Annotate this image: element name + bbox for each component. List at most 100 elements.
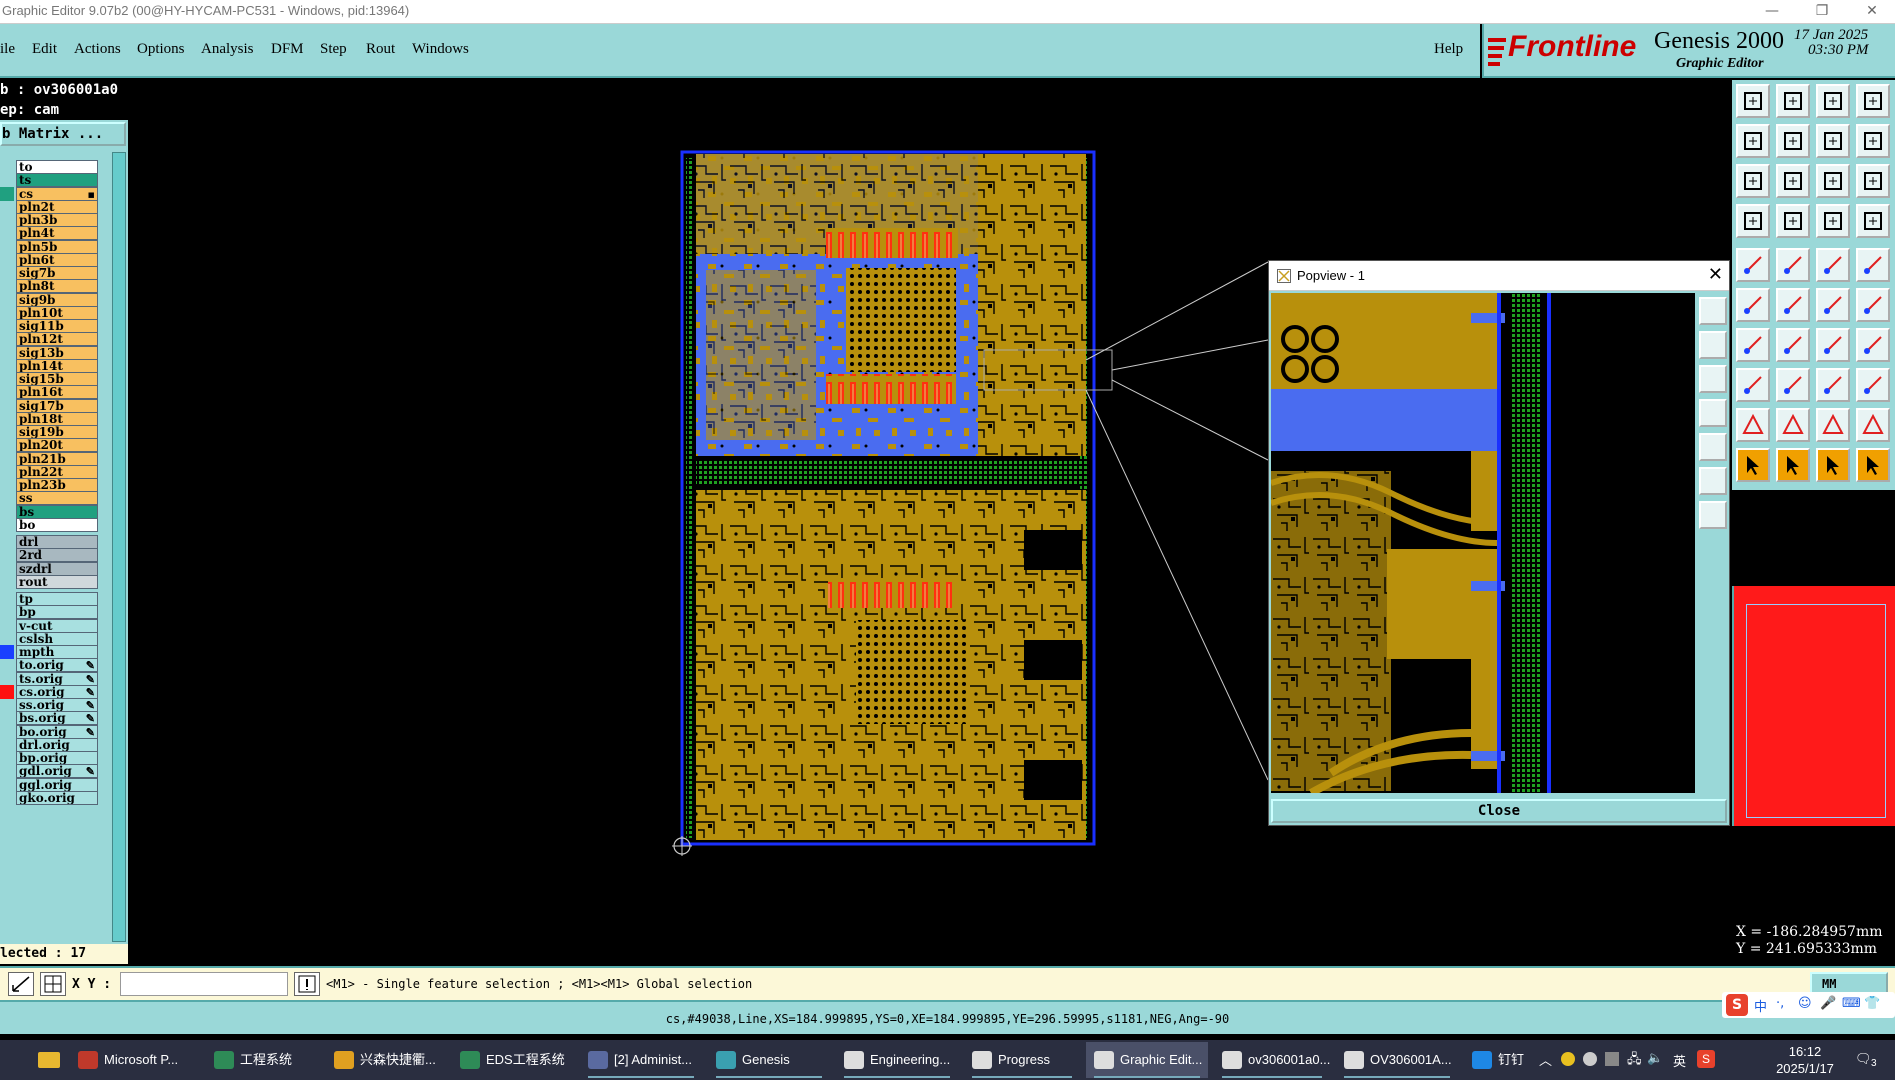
- layer-affected-indicator[interactable]: [0, 645, 14, 659]
- delete-cross-icon[interactable]: [1776, 288, 1810, 322]
- pad-red-icon[interactable]: [1736, 368, 1770, 402]
- taskbar-app-9[interactable]: ov306001a0...: [1214, 1042, 1330, 1078]
- layer-21[interactable]: pln20t: [16, 438, 98, 453]
- popview-canvas[interactable]: [1271, 293, 1695, 793]
- restore-icon[interactable]: ❐: [1800, 0, 1844, 24]
- netlist-icon[interactable]: [1736, 288, 1770, 322]
- popview-tool-4[interactable]: [1699, 399, 1727, 427]
- sogou-icon[interactable]: S: [1697, 1050, 1715, 1068]
- layer-18[interactable]: sig17b: [16, 398, 98, 413]
- layer-24[interactable]: pln23b: [16, 478, 98, 492]
- tray-app-icon-2[interactable]: [1583, 1052, 1597, 1066]
- layer-26[interactable]: bs: [16, 504, 98, 519]
- layer-32[interactable]: tp: [16, 592, 98, 606]
- move-point-icon[interactable]: [1816, 288, 1850, 322]
- popview-close-icon[interactable]: ✕: [1708, 264, 1723, 285]
- measure-icon[interactable]: [1736, 204, 1770, 238]
- layer-1[interactable]: ts: [16, 173, 98, 188]
- taskbar-app-1[interactable]: 工程系统: [206, 1042, 320, 1078]
- transform-icon[interactable]: [1856, 328, 1890, 362]
- layer-17[interactable]: pln16t: [16, 385, 98, 400]
- layer-28[interactable]: drl: [16, 535, 98, 549]
- info-icon[interactable]: [294, 972, 320, 996]
- layer-38[interactable]: ts.orig ✎: [16, 671, 98, 686]
- select-multi-icon[interactable]: [1856, 448, 1890, 482]
- layer-affected-indicator[interactable]: [0, 684, 14, 699]
- zoom-in-icon[interactable]: [1776, 164, 1810, 198]
- layer-43[interactable]: drl.orig: [16, 737, 98, 752]
- layer-20[interactable]: sig19b: [16, 425, 98, 439]
- triangle-c-icon[interactable]: [1816, 408, 1850, 442]
- layer-12[interactable]: sig11b: [16, 319, 98, 333]
- layer-44[interactable]: bp.orig: [16, 751, 98, 765]
- popview-tool-3[interactable]: [1699, 365, 1727, 393]
- pan-left-icon[interactable]: [1736, 124, 1770, 158]
- layer-36[interactable]: mpth: [16, 645, 98, 659]
- taskbar-app-6[interactable]: Engineering...: [836, 1042, 958, 1078]
- triangle-a-icon[interactable]: [1736, 408, 1770, 442]
- pan-right-icon[interactable]: [1776, 124, 1810, 158]
- node-icon[interactable]: [1856, 288, 1890, 322]
- job-matrix-button[interactable]: b Matrix ...: [0, 122, 126, 146]
- menu-file[interactable]: ile: [0, 41, 15, 58]
- help-icon[interactable]: [1856, 164, 1890, 198]
- select-alt-icon[interactable]: [1776, 448, 1810, 482]
- line-width-icon[interactable]: [1816, 248, 1850, 282]
- keyboard-icon[interactable]: ⌨: [1842, 996, 1861, 1011]
- tray-app-icon[interactable]: [1561, 1052, 1575, 1066]
- volume-icon[interactable]: 🔈: [1647, 1050, 1663, 1066]
- line-icon[interactable]: [1776, 328, 1810, 362]
- ime-indicator[interactable]: 英: [1673, 1051, 1686, 1070]
- taskbar-app-10[interactable]: OV306001A...: [1336, 1042, 1458, 1078]
- route-b-icon[interactable]: [1856, 204, 1890, 238]
- taskbar-app-2[interactable]: 兴森快捷衢...: [326, 1042, 446, 1078]
- dim-icon[interactable]: [1816, 368, 1850, 402]
- menu-dfm[interactable]: DFM: [271, 41, 304, 58]
- taskbar-app-3[interactable]: EDS工程系统: [452, 1042, 574, 1078]
- menu-options[interactable]: Options: [137, 41, 185, 58]
- add-pad-icon[interactable]: [1736, 248, 1770, 282]
- arc-icon[interactable]: [1816, 328, 1850, 362]
- layer-37[interactable]: to.orig ✎: [16, 658, 98, 673]
- menu-step[interactable]: Step: [320, 41, 347, 58]
- menu-actions[interactable]: Actions: [74, 41, 121, 58]
- snap-icon[interactable]: [1776, 204, 1810, 238]
- layer-46[interactable]: ggl.orig: [16, 777, 98, 792]
- taskbar-app-5[interactable]: Genesis: [708, 1042, 830, 1078]
- layer-34[interactable]: v-cut: [16, 618, 98, 633]
- layer-39[interactable]: cs.orig ✎: [16, 684, 98, 699]
- angle-icon[interactable]: [1736, 328, 1770, 362]
- emoji-icon[interactable]: ☺: [1798, 996, 1812, 1011]
- taskbar-app-0[interactable]: Microsoft P...: [70, 1042, 200, 1078]
- layer-13[interactable]: pln12t: [16, 332, 98, 347]
- popview-tool-2[interactable]: [1699, 331, 1727, 359]
- punctuation-icon[interactable]: ·,: [1776, 996, 1784, 1011]
- triangle-d-icon[interactable]: [1856, 408, 1890, 442]
- minimize-icon[interactable]: —: [1750, 0, 1794, 24]
- layer-3[interactable]: pln2t: [16, 199, 98, 214]
- layer-23[interactable]: pln22t: [16, 464, 98, 479]
- skin-icon[interactable]: 👕: [1864, 996, 1880, 1011]
- start-button[interactable]: [0, 1040, 36, 1080]
- layer-27[interactable]: bo: [16, 517, 98, 532]
- layer-42[interactable]: bo.orig ✎: [16, 724, 98, 739]
- home-icon[interactable]: [1816, 84, 1850, 118]
- xy-input[interactable]: [120, 972, 288, 996]
- layer-list-scrollbar[interactable]: [112, 152, 126, 942]
- notification-icon[interactable]: 🗨: [1855, 1051, 1872, 1067]
- layer-9[interactable]: pln8t: [16, 279, 98, 294]
- layer-4[interactable]: pln3b: [16, 213, 98, 227]
- layer-11[interactable]: pln10t: [16, 305, 98, 320]
- window-icon[interactable]: [1856, 84, 1890, 118]
- menu-windows[interactable]: Windows: [412, 41, 469, 58]
- layer-29[interactable]: 2rd: [16, 548, 98, 563]
- grid-icon[interactable]: [40, 972, 66, 996]
- ime-mode-icon[interactable]: 中: [1754, 996, 1767, 1015]
- zoom-back-icon[interactable]: [1816, 124, 1850, 158]
- line-red-icon[interactable]: [1776, 368, 1810, 402]
- taskbar-app-7[interactable]: Progress: [964, 1042, 1080, 1078]
- microphone-icon[interactable]: 🎤: [1820, 996, 1836, 1011]
- layer-31[interactable]: rout: [16, 574, 98, 589]
- clock[interactable]: 16:12 2025/1/17: [1765, 1043, 1845, 1077]
- layer-47[interactable]: gko.orig: [16, 790, 98, 805]
